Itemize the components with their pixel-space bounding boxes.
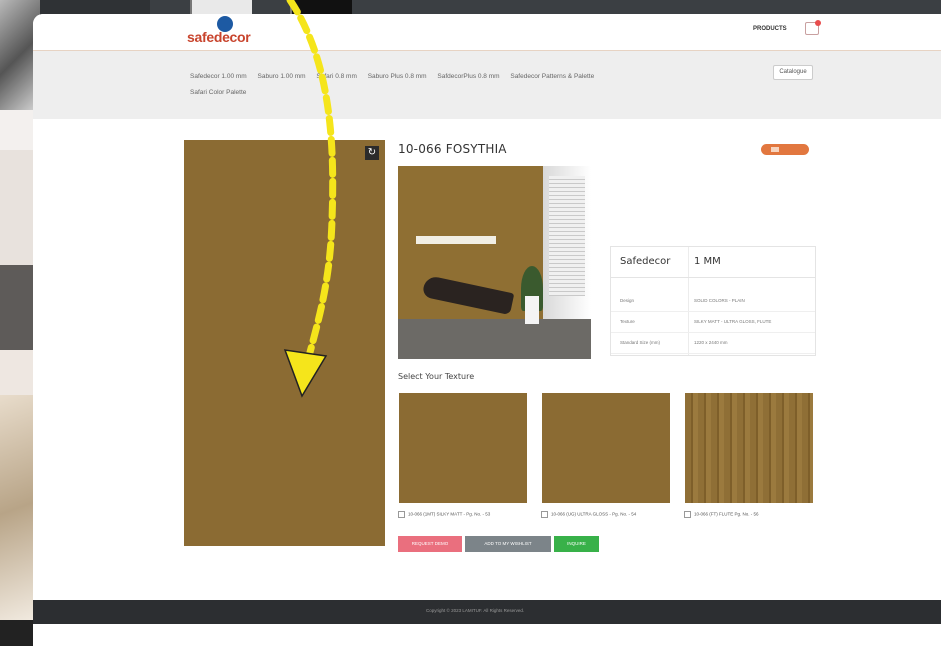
- texture-option-silky-matt[interactable]: [399, 393, 527, 503]
- spec-key: Texture: [620, 319, 635, 324]
- spec-row: Texture SILKY MATT - ULTRA GLOSS, FLUTE: [611, 312, 815, 333]
- checkbox[interactable]: [398, 511, 405, 518]
- background-thumbnail: [190, 0, 252, 14]
- swatch-preview: [184, 140, 385, 546]
- inquire-button[interactable]: INQUIRE: [554, 536, 599, 552]
- spec-value: SOLID COLORS - PLAIN: [694, 298, 745, 303]
- texture-label-text: 10-066 (1MT) SILKY MATT - Pg. No. - 53: [408, 511, 491, 517]
- room-floor: [398, 319, 591, 359]
- spec-table: Safedecor 1 MM Design SOLID COLORS - PLA…: [610, 246, 816, 356]
- texture-option-ultra-gloss[interactable]: [542, 393, 670, 503]
- spec-brand: Safedecor: [620, 256, 671, 267]
- browser-page: safedecor PRODUCTS Safedecor 1.00 mm Sab…: [33, 14, 941, 646]
- spec-value: 1220 x 2440 mm: [694, 340, 728, 345]
- texture-label[interactable]: 10-066 (1MT) SILKY MATT - Pg. No. - 53: [398, 511, 490, 518]
- nav-link[interactable]: Safedecor 1.00 mm: [190, 73, 247, 80]
- background-topbar: [150, 0, 941, 14]
- toggle-knob: [771, 147, 779, 152]
- room-preview-image: [398, 166, 591, 359]
- add-to-wishlist-button[interactable]: ADD TO MY WISHLIST: [465, 536, 551, 552]
- lounge-chair: [421, 274, 515, 316]
- cart-badge: [815, 20, 821, 26]
- spec-row: Design SOLID COLORS - PLAIN: [611, 291, 815, 312]
- background-thumbnail: [290, 0, 352, 14]
- site-header: safedecor PRODUCTS: [33, 14, 941, 51]
- rotate-icon[interactable]: ↻: [365, 146, 379, 160]
- logo-text: safedecor: [187, 29, 251, 45]
- nav-link[interactable]: Safari 0.8 mm: [316, 73, 356, 80]
- spec-key: Standard Size (mm): [620, 340, 661, 345]
- checkbox[interactable]: [684, 511, 691, 518]
- nav-links: Safedecor 1.00 mm Saburo 1.00 mm Safari …: [190, 69, 690, 101]
- texture-option-flute[interactable]: [685, 393, 813, 503]
- texture-label[interactable]: 10-066 (UG) ULTRA GLOSS - Pg. No. - 54: [541, 511, 636, 518]
- checkbox[interactable]: [541, 511, 548, 518]
- copyright-text: Copyright © 2023 LAMITUF. All Rights Res…: [426, 608, 525, 613]
- nav-link[interactable]: Safari Color Palette: [190, 89, 246, 96]
- room-niche: [416, 236, 496, 244]
- nav-link[interactable]: Saburo 1.00 mm: [258, 73, 306, 80]
- request-demo-button[interactable]: REQUEST DEMO: [398, 536, 462, 552]
- site-logo[interactable]: safedecor: [187, 16, 267, 46]
- products-menu[interactable]: PRODUCTS: [753, 26, 787, 32]
- site-footer: Copyright © 2023 LAMITUF. All Rights Res…: [33, 600, 941, 624]
- nav-link[interactable]: SafdecorPlus 0.8 mm: [437, 73, 499, 80]
- spec-size: 1 MM: [694, 256, 721, 267]
- nav-link[interactable]: Safedecor Patterns & Palette: [510, 73, 594, 80]
- catalogue-button[interactable]: Catalogue: [773, 65, 813, 80]
- texture-section-label: Select Your Texture: [398, 372, 475, 381]
- nav-link[interactable]: Saburo Plus 0.8 mm: [368, 73, 427, 80]
- toggle-switch[interactable]: [761, 144, 809, 155]
- texture-label-text: 10-066 (FT) FLUTE Pg. No. - 56: [694, 511, 759, 517]
- texture-label[interactable]: 10-066 (FT) FLUTE Pg. No. - 56: [684, 511, 759, 518]
- plant-pot: [525, 296, 539, 324]
- spec-row: Standard Size (mm) 1220 x 2440 mm: [611, 333, 815, 354]
- product-nav: Safedecor 1.00 mm Saburo 1.00 mm Safari …: [33, 51, 941, 119]
- spec-header: Safedecor 1 MM: [611, 247, 815, 278]
- spec-value: SILKY MATT - ULTRA GLOSS, FLUTE: [694, 319, 772, 324]
- texture-label-text: 10-066 (UG) ULTRA GLOSS - Pg. No. - 54: [551, 511, 637, 517]
- spec-key: Design: [620, 298, 635, 303]
- room-blinds: [549, 176, 585, 296]
- product-title: 10-066 FOSYTHIA: [398, 142, 507, 156]
